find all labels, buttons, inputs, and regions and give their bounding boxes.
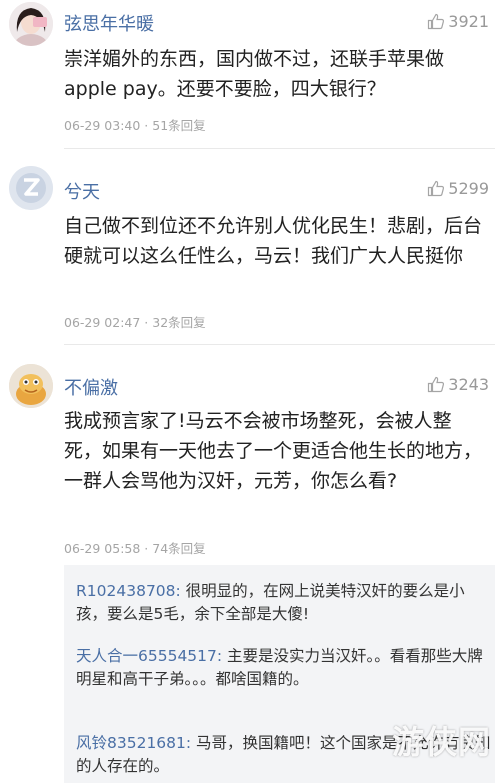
like-count: 3243 bbox=[448, 375, 489, 394]
username[interactable]: 不偏激 bbox=[64, 374, 118, 400]
reply-username[interactable]: 风铃83521681: bbox=[76, 734, 191, 752]
thumbs-up-icon bbox=[427, 13, 445, 30]
avatar[interactable] bbox=[9, 364, 53, 408]
reply-username[interactable]: 天人合一65554517: bbox=[76, 647, 222, 665]
username[interactable]: 弦思年华暖 bbox=[64, 10, 154, 36]
reply-item[interactable]: 天人合一65554517: 主要是没实力当汉奸。。看看那些大牌明星和高干子弟。。… bbox=[76, 645, 491, 691]
comment-meta[interactable]: 06-29 05:58 · 74条回复 bbox=[64, 538, 206, 557]
comment-meta[interactable]: 06-29 03:40 · 51条回复 bbox=[64, 115, 206, 134]
divider bbox=[64, 148, 495, 149]
reply-item[interactable]: R102438708: 很明显的，在网上说美特汉奸的要么是小孩，要么是5毛，余下… bbox=[76, 580, 491, 626]
like-button[interactable]: 3921 bbox=[427, 12, 489, 31]
comment-text: 自己做不到位还不允许别人优化民生！悲剧，后台硬就可以这么任性么，马云！我们广大人… bbox=[64, 215, 483, 267]
avatar[interactable] bbox=[9, 166, 53, 210]
like-button[interactable]: 5299 bbox=[427, 179, 489, 198]
divider bbox=[64, 344, 495, 345]
like-button[interactable]: 3243 bbox=[427, 375, 489, 394]
comment-text: 我成预言家了!马云不会被市场整死，会被人整死，如果有一天他去了一个更适合他生长的… bbox=[64, 410, 483, 492]
thumbs-up-icon bbox=[427, 180, 445, 197]
reply-username[interactable]: R102438708: bbox=[76, 582, 181, 600]
thumbs-up-icon bbox=[427, 376, 445, 393]
comment-meta[interactable]: 06-29 02:47 · 32条回复 bbox=[64, 312, 206, 331]
username[interactable]: 兮天 bbox=[64, 178, 100, 204]
like-count: 3921 bbox=[448, 12, 489, 31]
like-count: 5299 bbox=[448, 179, 489, 198]
comment-text: 崇洋媚外的东西，国内做不过，还联手苹果做apple pay。还要不要脸，四大银行… bbox=[64, 48, 445, 100]
site-watermark: 游侠网 bbox=[391, 723, 491, 761]
avatar[interactable] bbox=[9, 2, 53, 46]
